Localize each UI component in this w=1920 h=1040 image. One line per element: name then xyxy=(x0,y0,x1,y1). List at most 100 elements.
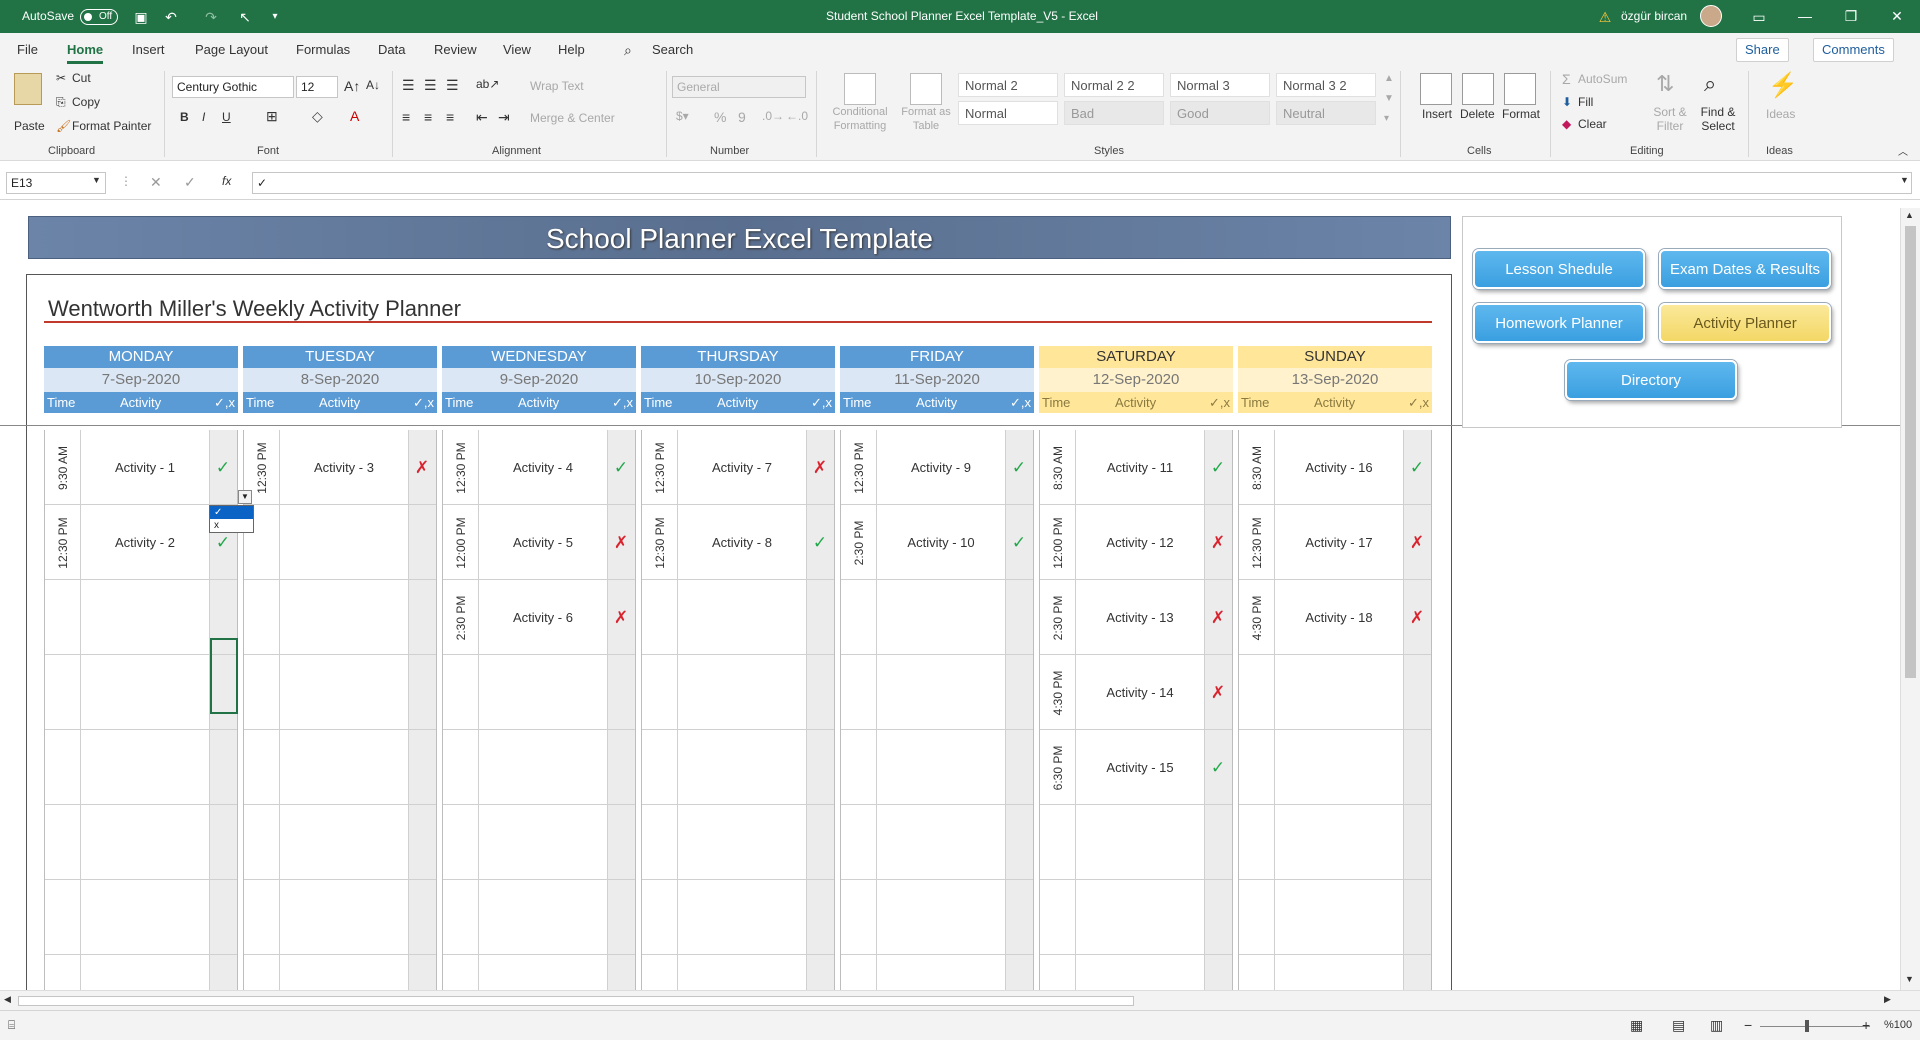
time-cell[interactable]: 8:30 AM xyxy=(1239,430,1274,505)
decrease-decimal-icon[interactable]: ←.0 xyxy=(786,109,808,123)
horizontal-scrollbar[interactable]: ◀ ▶ xyxy=(0,990,1920,1010)
worksheet[interactable]: School Planner Excel Template Wentworth … xyxy=(0,208,1900,990)
status-mark[interactable]: ✗ xyxy=(607,505,635,580)
dropdown-option-check[interactable]: ✓ xyxy=(210,506,253,519)
font-color-icon[interactable]: A xyxy=(350,108,359,124)
insert-cells-icon[interactable] xyxy=(1420,73,1452,105)
copy-icon[interactable]: ⎘ xyxy=(56,95,66,110)
status-mark[interactable]: ✓ xyxy=(1204,430,1232,505)
activity-cell[interactable]: Activity - 8 xyxy=(678,505,806,580)
activity-row[interactable]: 2:30 PM Activity - 13 ✗ xyxy=(1040,580,1232,655)
activity-row[interactable]: 9:30 AM Activity - 1 ✓ xyxy=(45,430,237,505)
format-as-table-icon[interactable] xyxy=(910,73,942,105)
style-good[interactable]: Good xyxy=(1170,101,1270,125)
menu-help[interactable]: Help xyxy=(558,42,585,57)
time-cell[interactable]: 2:30 PM xyxy=(443,580,478,655)
restore-icon[interactable]: ❐ xyxy=(1828,0,1874,33)
zoom-slider-thumb[interactable] xyxy=(1805,1020,1809,1032)
activity-cell[interactable]: Activity - 1 xyxy=(81,430,209,505)
time-cell[interactable]: 12:00 PM xyxy=(443,505,478,580)
paste-icon[interactable] xyxy=(14,73,42,105)
status-mark[interactable]: ✗ xyxy=(1204,655,1232,730)
align-top-icon[interactable]: ☰ xyxy=(402,77,415,94)
style-normal[interactable]: Normal xyxy=(958,101,1058,125)
paste-button[interactable]: Paste xyxy=(14,119,45,133)
menu-view[interactable]: View xyxy=(503,42,531,57)
activity-row[interactable]: 8:30 AM Activity - 11 ✓ xyxy=(1040,430,1232,505)
autosum-icon[interactable]: Σ xyxy=(1562,71,1571,87)
activity-row[interactable] xyxy=(1040,880,1232,955)
vertical-scroll-thumb[interactable] xyxy=(1905,226,1916,678)
name-box[interactable]: E13 xyxy=(6,172,106,194)
bold-button[interactable]: B xyxy=(180,110,189,124)
styles-scroll-up-icon[interactable]: ▲ xyxy=(1384,73,1394,84)
menu-formulas[interactable]: Formulas xyxy=(296,42,350,57)
cancel-icon[interactable]: ✕ xyxy=(150,174,162,191)
activity-cell[interactable]: Activity - 4 xyxy=(479,430,607,505)
activity-row[interactable]: 12:30 PM Activity - 3 ✗ xyxy=(244,430,436,505)
underline-button[interactable]: U xyxy=(222,110,231,124)
activity-cell[interactable]: Activity - 12 xyxy=(1076,505,1204,580)
scroll-down-icon[interactable]: ▼ xyxy=(1905,974,1914,984)
time-cell[interactable]: 12:30 PM xyxy=(1239,505,1274,580)
status-mark[interactable]: ✓ xyxy=(1403,430,1431,505)
exam-dates-button[interactable]: Exam Dates & Results xyxy=(1659,249,1831,289)
activity-row[interactable]: 2:30 PM Activity - 6 ✗ xyxy=(443,580,635,655)
status-mark[interactable]: ✓ xyxy=(1005,505,1033,580)
activity-row[interactable] xyxy=(443,955,635,990)
activity-row[interactable] xyxy=(45,580,237,655)
styles-more-icon[interactable]: ▾ xyxy=(1384,113,1389,124)
activity-row[interactable] xyxy=(1239,880,1431,955)
undo-icon[interactable]: ↶ xyxy=(162,8,180,26)
activity-row[interactable] xyxy=(841,955,1033,990)
time-cell[interactable]: 4:30 PM xyxy=(1040,655,1075,730)
autosave-toggle[interactable]: Off xyxy=(80,9,118,25)
style-neutral[interactable]: Neutral xyxy=(1276,101,1376,125)
activity-row[interactable] xyxy=(841,730,1033,805)
share-button[interactable]: Share xyxy=(1736,38,1789,62)
directory-button[interactable]: Directory xyxy=(1565,360,1737,400)
copy-button[interactable]: Copy xyxy=(72,95,100,109)
activity-cell[interactable]: Activity - 10 xyxy=(877,505,1005,580)
activity-row[interactable] xyxy=(244,580,436,655)
activity-cell[interactable]: Activity - 14 xyxy=(1076,655,1204,730)
save-icon[interactable]: ▣ xyxy=(132,8,150,26)
sort-filter-icon[interactable]: ⇅ xyxy=(1656,71,1674,97)
activity-row[interactable] xyxy=(45,955,237,990)
wrap-text-button[interactable]: Wrap Text xyxy=(530,79,584,93)
activity-cell[interactable]: Activity - 15 xyxy=(1076,730,1204,805)
time-cell[interactable]: 8:30 AM xyxy=(1040,430,1075,505)
fill-color-icon[interactable]: ◇ xyxy=(312,108,323,125)
activity-row[interactable]: 12:30 PM Activity - 4 ✓ xyxy=(443,430,635,505)
ribbon-display-icon[interactable]: ▭ xyxy=(1750,8,1768,26)
status-mark[interactable]: ✓ xyxy=(209,430,237,505)
status-mark[interactable]: ✓ xyxy=(1005,430,1033,505)
scroll-up-icon[interactable]: ▲ xyxy=(1905,210,1914,220)
number-format-select[interactable]: General xyxy=(672,76,806,98)
clear-button[interactable]: Clear xyxy=(1578,117,1607,131)
close-icon[interactable]: ✕ xyxy=(1874,0,1920,33)
scroll-left-icon[interactable]: ◀ xyxy=(4,994,11,1005)
align-right-icon[interactable]: ≡ xyxy=(446,109,454,125)
activity-row[interactable] xyxy=(642,655,834,730)
status-mark[interactable]: ✗ xyxy=(1204,580,1232,655)
zoom-out-button[interactable]: − xyxy=(1744,1017,1752,1033)
conditional-formatting-icon[interactable] xyxy=(844,73,876,105)
activity-cell[interactable]: Activity - 9 xyxy=(877,430,1005,505)
dropdown-option-x[interactable]: x xyxy=(210,519,253,532)
borders-icon[interactable]: ⊞ xyxy=(266,108,278,125)
status-mark[interactable]: ✗ xyxy=(607,580,635,655)
style-normal-2-2[interactable]: Normal 2 2 xyxy=(1064,73,1164,97)
style-normal-3-2[interactable]: Normal 3 2 xyxy=(1276,73,1376,97)
activity-row[interactable] xyxy=(1239,955,1431,990)
status-mark[interactable]: ✗ xyxy=(1204,505,1232,580)
validation-dropdown-arrow[interactable]: ▼ xyxy=(238,490,252,504)
activity-cell[interactable]: Activity - 17 xyxy=(1275,505,1403,580)
zoom-level[interactable]: %100 xyxy=(1884,1019,1912,1031)
activity-row[interactable] xyxy=(244,955,436,990)
sort-filter-button[interactable]: Sort & Filter xyxy=(1650,105,1690,133)
status-mark[interactable]: ✓ xyxy=(607,430,635,505)
time-cell[interactable]: 6:30 PM xyxy=(1040,730,1075,805)
search-icon[interactable]: ⌕ xyxy=(624,42,632,59)
activity-row[interactable] xyxy=(1239,805,1431,880)
